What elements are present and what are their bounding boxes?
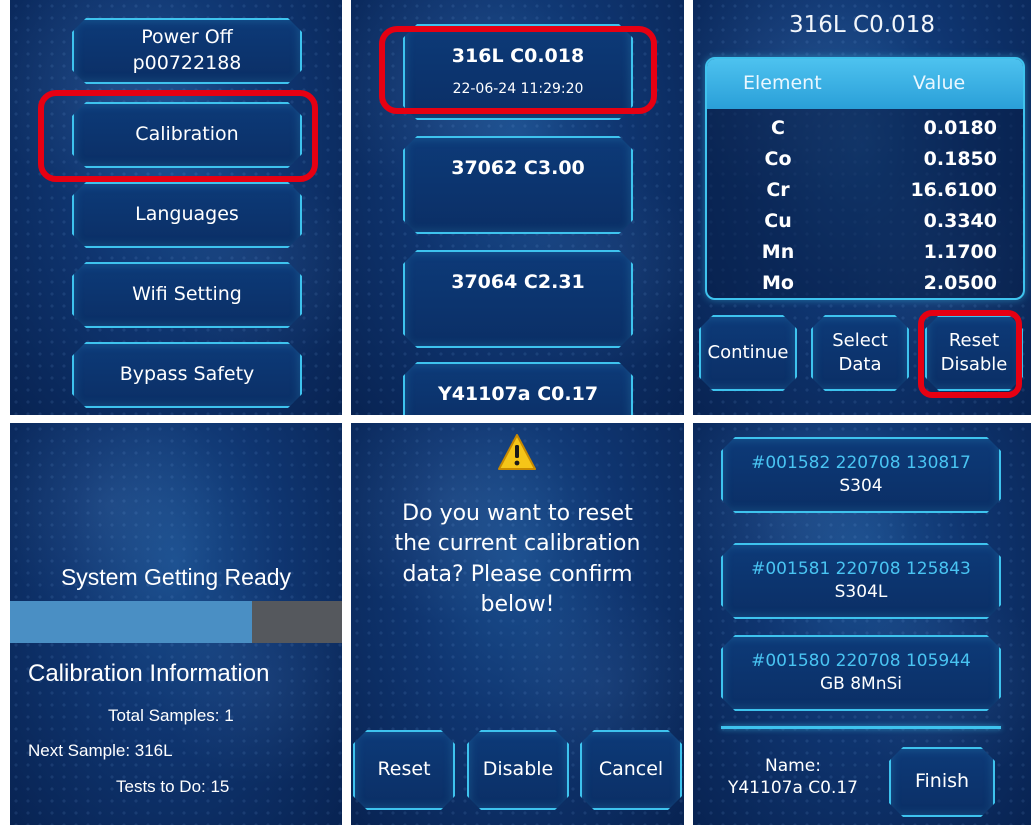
wifi-setting-button[interactable]: Wifi Setting [72,262,302,328]
next-sample: Next Sample: 316L [28,741,173,760]
progress-bar [10,601,342,643]
table-row: Co 0.1850 [707,144,1023,175]
value-cell: 0.0180 [923,117,997,139]
table-row: Mn 1.1700 [707,237,1023,268]
tests-to-do: Tests to Do: 15 [116,777,230,796]
cancel-label: Cancel [598,758,664,781]
records-panel: #001582 220708 130817 S304 #001581 22070… [693,423,1031,825]
languages-button[interactable]: Languages [72,182,302,248]
table-row: Cr 16.6100 [707,175,1023,206]
element-cell: Co [764,148,792,170]
reset-confirm-panel: Do you want to reset the current calibra… [351,423,684,825]
element-cell: Cu [764,210,792,232]
message-line: below! [480,592,555,618]
sample-list-panel: 316L C0.018 22-06-24 11:29:20 37062 C3.0… [351,0,684,415]
value-cell: 0.3340 [923,210,997,232]
table-row: C 0.0180 [707,113,1023,144]
sample-name: Y41107a C0.17 [437,383,599,405]
select-data-label-1: Select [832,329,888,351]
element-cell: C [771,117,785,139]
value-cell: 2.0500 [923,272,997,294]
list-divider [721,726,1001,729]
info-title: Calibration Information [28,660,270,687]
disable-button[interactable]: Disable [467,730,569,810]
device-serial: p00722188 [132,52,242,74]
name-info: Name: Y41107a C0.17 [723,755,863,799]
power-off-label: Power Off [141,26,233,49]
message-line: Do you want to reset [402,501,633,526]
continue-button[interactable]: Continue [699,315,797,391]
record-name: S304L [834,582,888,602]
cancel-button[interactable]: Cancel [580,730,682,810]
element-cell: Mo [762,272,794,294]
value-column-header: Value [913,72,966,94]
table-row: Cu 0.3340 [707,206,1023,237]
sample-detail-panel: 316L C0.018 Element Value C 0.0180 Co 0.18… [693,0,1031,415]
record-item[interactable]: #001580 220708 105944 GB 8MnSi [721,635,1001,711]
name-label: Name: [765,756,821,776]
wifi-setting-label: Wifi Setting [132,283,242,306]
select-data-label-2: Data [838,354,882,375]
power-off-button[interactable]: Power Off p00722188 [72,18,302,84]
sample-item[interactable]: Y41107a C0.17 [403,362,633,415]
continue-label: Continue [707,341,789,363]
languages-label: Languages [135,203,239,226]
reset-label: Reset [377,758,431,781]
value-cell: 1.1700 [923,241,997,263]
finish-button[interactable]: Finish [889,747,995,817]
table-row: Mo 2.0500 [707,268,1023,298]
bypass-safety-label: Bypass Safety [119,363,255,386]
reset-button[interactable]: Reset [353,730,455,810]
total-samples: Total Samples: 1 [108,706,234,725]
record-id: #001580 220708 105944 [751,651,971,672]
element-column-header: Element [743,72,822,94]
sample-name: 37062 C3.00 [451,157,585,179]
record-id: #001581 220708 125843 [751,559,971,580]
message-line: the current calibration [394,531,641,557]
table-header: Element Value [707,59,1023,109]
highlight-box [918,310,1022,398]
value-cell: 16.6100 [910,179,997,201]
highlight-box [38,90,318,182]
sample-item[interactable]: 37062 C3.00 [403,136,633,234]
record-name: GB 8MnSi [819,674,902,694]
element-table: Element Value C 0.0180 Co 0.1850 Cr 16.6100… [705,57,1025,300]
status-text: System Getting Ready [60,564,292,590]
record-id: #001582 220708 130817 [751,453,971,474]
bypass-safety-button[interactable]: Bypass Safety [72,342,302,408]
record-item[interactable]: #001581 220708 125843 S304L [721,543,1001,619]
record-item[interactable]: #001582 220708 130817 S304 [721,437,1001,513]
progress-fill [10,601,253,643]
name-value: Y41107a C0.17 [727,778,858,799]
highlight-box [379,26,657,114]
finish-label: Finish [914,770,970,793]
sample-title: 316L C0.018 [789,12,935,38]
sample-item[interactable]: 37064 C2.31 [403,250,633,348]
message-line: data? Please confirm [402,561,633,587]
confirm-message: Do you want to reset the current calibra… [351,499,684,620]
warning-icon [498,434,536,470]
main-menu-panel: Power Off p00722188 Calibration Language… [10,0,342,415]
disable-label: Disable [482,758,554,781]
element-cell: Mn [761,241,795,263]
value-cell: 0.1850 [923,148,997,170]
select-data-button[interactable]: Select Data [811,315,909,391]
element-cell: Cr [766,179,790,201]
sample-name: 37064 C2.31 [451,271,585,293]
calibration-status-panel: System Getting Ready Calibration Informa… [10,423,342,825]
record-name: S304 [839,476,883,496]
